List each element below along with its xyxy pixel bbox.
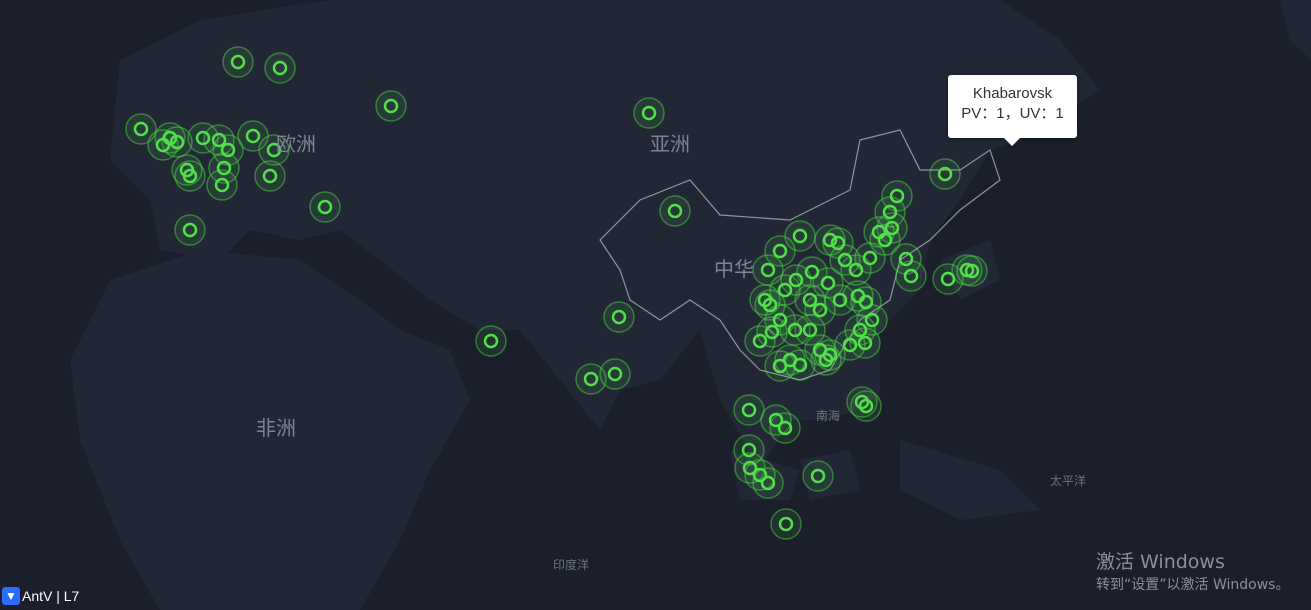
label-south-sea: 南海 [816,409,841,423]
city-marker[interactable] [599,358,631,390]
antv-logo-text: AntV | L7 [22,588,80,604]
city-marker[interactable] [475,325,507,357]
marker-halo [752,467,784,499]
city-marker[interactable] [206,169,238,201]
marker-halo [206,169,238,201]
marker-halo [876,212,908,244]
tooltip-city: Khabarovsk [972,85,1053,102]
city-marker[interactable] [633,97,665,129]
city-marker[interactable] [161,126,193,158]
label-asia: 亚洲 [650,132,690,156]
city-marker[interactable] [375,90,407,122]
city-marker[interactable] [846,386,878,418]
city-marker[interactable] [174,214,206,246]
marker-halo [802,460,834,492]
marker-halo [769,412,801,444]
city-marker[interactable] [309,191,341,223]
map-canvas[interactable] [0,0,1311,610]
marker-halo [951,254,983,286]
marker-halo [475,325,507,357]
city-marker[interactable] [769,412,801,444]
city-marker[interactable] [854,242,886,274]
marker-halo [633,97,665,129]
marker-halo [309,191,341,223]
marker-halo [744,325,776,357]
marker-halo [784,349,816,381]
city-marker[interactable] [264,52,296,84]
city-marker[interactable] [749,284,781,316]
marker-halo [174,160,206,192]
city-marker[interactable] [770,508,802,540]
city-marker[interactable] [744,325,776,357]
windows-watermark-subtitle: 转到“设置”以激活 Windows。 [1096,577,1290,593]
marker-halo [810,344,842,376]
marker-halo [375,90,407,122]
antv-logo-icon: ▼ [2,587,20,605]
city-marker[interactable] [733,394,765,426]
city-marker[interactable] [929,158,961,190]
city-marker[interactable] [951,254,983,286]
city-marker[interactable] [895,260,927,292]
marker-halo [659,195,691,227]
marker-halo [770,508,802,540]
city-marker[interactable] [752,467,784,499]
city-marker[interactable] [659,195,691,227]
marker-halo [749,284,781,316]
city-marker[interactable] [802,460,834,492]
marker-halo [929,158,961,190]
city-marker[interactable] [174,160,206,192]
marker-halo [174,214,206,246]
label-china: 中华 [714,257,754,281]
windows-watermark-title: 激活 Windows [1096,551,1225,573]
city-marker[interactable] [603,301,635,333]
marker-halo [733,394,765,426]
city-tooltip: Khabarovsk PV：1，UV：1 [948,75,1077,146]
city-marker[interactable] [254,160,286,192]
city-marker[interactable] [222,46,254,78]
city-marker[interactable] [784,349,816,381]
label-indian-ocean: 印度洋 [553,558,590,572]
marker-halo [161,126,193,158]
marker-halo [854,242,886,274]
marker-halo [599,358,631,390]
label-africa: 非洲 [256,416,296,440]
marker-halo [264,52,296,84]
city-marker[interactable] [876,212,908,244]
marker-halo [254,160,286,192]
label-pacific: 太平洋 [1050,474,1087,488]
marker-halo [846,386,878,418]
marker-halo [895,260,927,292]
marker-halo [603,301,635,333]
label-europe: 欧洲 [276,132,316,156]
tooltip-stats: PV：1，UV：1 [961,105,1064,122]
city-marker[interactable] [810,344,842,376]
marker-halo [222,46,254,78]
antv-logo[interactable]: ▼ AntV | L7 [2,587,79,605]
